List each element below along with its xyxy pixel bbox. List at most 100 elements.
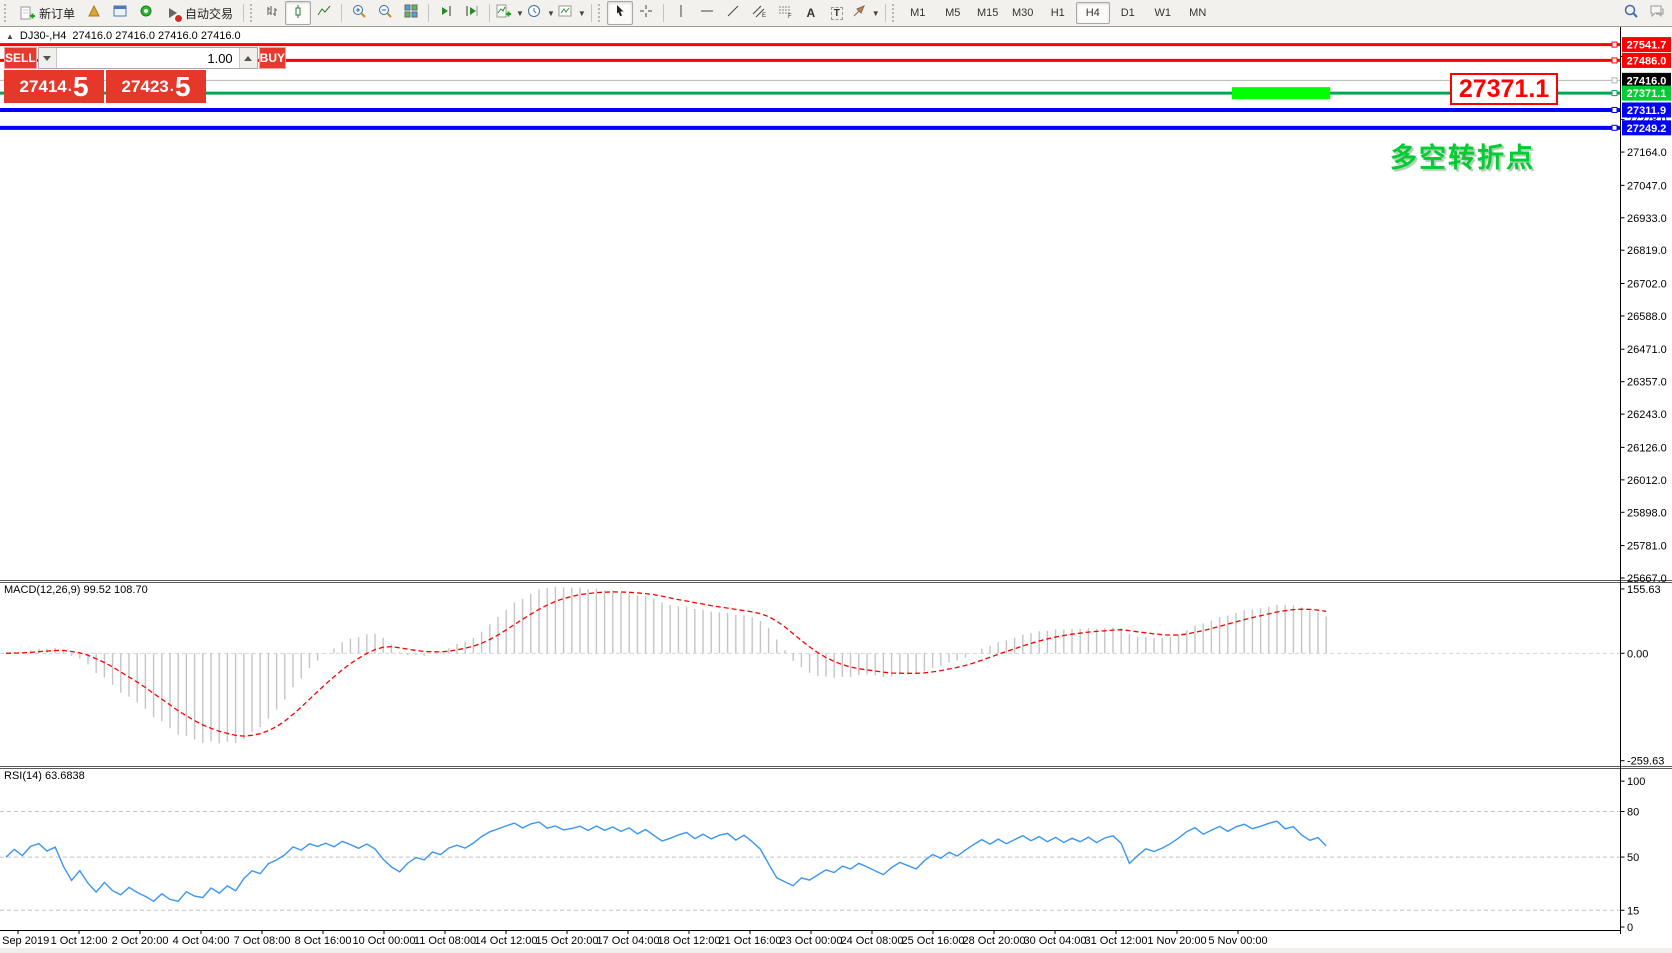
templates-menu-button[interactable]: ▼ bbox=[556, 1, 587, 25]
buy-price-display[interactable]: 27423.5 bbox=[106, 70, 206, 103]
search-button[interactable] bbox=[1618, 1, 1644, 25]
toolbar-drag-handle[interactable] bbox=[892, 4, 897, 22]
time-axis-label: 5 Nov 00:00 bbox=[1208, 935, 1267, 947]
chevron-down-icon: ▼ bbox=[578, 9, 586, 18]
periods-menu-button[interactable]: ▼ bbox=[525, 1, 556, 25]
time-axis-label: 24 Oct 08:00 bbox=[841, 935, 904, 947]
trendline-tool-button[interactable] bbox=[720, 1, 746, 25]
axis-label: 26357.0 bbox=[1627, 377, 1667, 389]
bollinger-band-line bbox=[6, 86, 1326, 446]
toolbar-separator bbox=[591, 4, 592, 22]
chart-annotation-text[interactable]: 多空转折点 bbox=[1390, 136, 1535, 175]
chart-shift-button[interactable] bbox=[459, 1, 485, 25]
time-axis-label: 21 Oct 16:00 bbox=[719, 935, 782, 947]
price-callout-box[interactable]: 27371.1 bbox=[1450, 73, 1558, 105]
autotrading-stop-badge bbox=[174, 14, 183, 23]
toolbar-drag-handle[interactable] bbox=[598, 4, 603, 22]
toolbar-separator bbox=[428, 4, 429, 22]
horizontal-line-icon bbox=[699, 3, 715, 24]
text-label-tool-button[interactable]: T bbox=[824, 1, 850, 25]
axis-label: 26012.0 bbox=[1627, 475, 1667, 487]
volume-increase-button[interactable] bbox=[239, 48, 257, 68]
toolbar-drag-handle[interactable] bbox=[4, 4, 9, 22]
timeframe-button-W1[interactable]: W1 bbox=[1146, 2, 1180, 24]
crosshair-icon bbox=[638, 3, 654, 24]
sell-price-display[interactable]: 27414.5 bbox=[4, 70, 104, 103]
chevron-down-icon: ▼ bbox=[872, 9, 880, 18]
autotrading-label: 自动交易 bbox=[185, 5, 233, 22]
indicators-menu-button[interactable]: ▼ bbox=[494, 1, 525, 25]
scroll-to-end-button[interactable] bbox=[433, 1, 459, 25]
line-anchor-square[interactable] bbox=[1612, 125, 1617, 130]
chevron-down-icon: ▼ bbox=[516, 9, 524, 18]
highlight-rectangle-object[interactable] bbox=[1232, 87, 1330, 99]
crosshair-tool-button[interactable] bbox=[633, 1, 659, 25]
candle-chart-mode-button[interactable] bbox=[285, 1, 311, 25]
tile-windows-icon bbox=[403, 3, 419, 24]
line-anchor-square[interactable] bbox=[1612, 107, 1617, 112]
line-anchor-square[interactable] bbox=[1612, 78, 1617, 83]
new-order-label: 新订单 bbox=[39, 5, 75, 22]
axis-label: 26243.0 bbox=[1627, 409, 1667, 421]
new-order-button[interactable]: 新订单 bbox=[13, 1, 81, 25]
time-axis-label: 23 Oct 00:00 bbox=[780, 935, 843, 947]
axis-label: 26126.0 bbox=[1627, 442, 1667, 454]
axis-label: 26933.0 bbox=[1627, 213, 1667, 225]
volume-input[interactable] bbox=[57, 48, 239, 68]
zoom-in-button[interactable] bbox=[346, 1, 372, 25]
chart-shift-marker-icon: ▲ bbox=[6, 32, 14, 41]
sell-button[interactable]: SELL bbox=[4, 47, 37, 69]
timeframe-button-M30[interactable]: M30 bbox=[1006, 2, 1040, 24]
signal-icon bbox=[138, 3, 154, 24]
time-axis-label: 1 Oct 12:00 bbox=[51, 935, 108, 947]
axis-label: 27541.7 bbox=[1627, 40, 1667, 52]
timeframe-button-M5[interactable]: M5 bbox=[936, 2, 970, 24]
vertical-line-icon bbox=[673, 3, 689, 24]
autotrading-button[interactable]: 自动交易 bbox=[159, 1, 239, 25]
chart-shift-icon bbox=[464, 3, 480, 24]
timeframe-button-M15[interactable]: M15 bbox=[971, 2, 1005, 24]
line-anchor-square[interactable] bbox=[1612, 58, 1617, 63]
line-chart-mode-button[interactable] bbox=[311, 1, 337, 25]
timeframe-button-H4[interactable]: H4 bbox=[1076, 2, 1110, 24]
time-axis-label: 8 Oct 16:00 bbox=[295, 935, 352, 947]
macd-signal-line bbox=[6, 592, 1326, 736]
line-anchor-square[interactable] bbox=[1612, 42, 1617, 47]
tile-windows-button[interactable] bbox=[398, 1, 424, 25]
triangle-up-icon bbox=[244, 56, 252, 61]
line-anchor-square[interactable] bbox=[1612, 91, 1617, 96]
axis-label: 27164.0 bbox=[1627, 147, 1667, 159]
axis-label: 155.63 bbox=[1627, 584, 1661, 596]
axis-label: 27416.0 bbox=[1627, 75, 1667, 87]
timeframe-button-D1[interactable]: D1 bbox=[1111, 2, 1145, 24]
signals-button[interactable] bbox=[133, 1, 159, 25]
timeframe-button-H1[interactable]: H1 bbox=[1041, 2, 1075, 24]
zoom-out-button[interactable] bbox=[372, 1, 398, 25]
sell-price-pip: 5 bbox=[73, 74, 89, 100]
rsi-indicator-label: RSI(14) 63.6838 bbox=[4, 770, 85, 782]
cursor-tool-button[interactable] bbox=[607, 1, 633, 25]
vertical-line-tool-button[interactable] bbox=[668, 1, 694, 25]
terminal-window-button[interactable] bbox=[107, 1, 133, 25]
time-axis-label: 4 Oct 04:00 bbox=[173, 935, 230, 947]
clock-icon bbox=[526, 3, 542, 24]
bar-chart-mode-button[interactable] bbox=[259, 1, 285, 25]
chat-button[interactable] bbox=[1644, 1, 1670, 25]
time-axis-label: 17 Oct 04:00 bbox=[597, 935, 660, 947]
terminal-window: 新订单 自动交易 ▼ ▼ ▼ E F bbox=[0, 0, 1672, 953]
buy-button[interactable]: BUY bbox=[259, 47, 286, 69]
equidistant-channel-tool-button[interactable]: E bbox=[746, 1, 772, 25]
volume-decrease-button[interactable] bbox=[39, 48, 57, 68]
chart-title: ▲ DJ30-,H4 27416.0 27416.0 27416.0 27416… bbox=[6, 30, 241, 42]
arrows-menu-button[interactable]: ▼ bbox=[850, 1, 881, 25]
time-axis-label: 18 Oct 12:00 bbox=[658, 935, 721, 947]
text-tool-button[interactable]: A bbox=[798, 1, 824, 25]
market-depth-button[interactable] bbox=[81, 1, 107, 25]
timeframe-button-M1[interactable]: M1 bbox=[901, 2, 935, 24]
toolbar-drag-handle[interactable] bbox=[250, 4, 255, 22]
toolbar-separator bbox=[489, 4, 490, 22]
time-axis-label: 10 Oct 00:00 bbox=[353, 935, 416, 947]
fibonacci-tool-button[interactable]: F bbox=[772, 1, 798, 25]
timeframe-button-MN[interactable]: MN bbox=[1181, 2, 1215, 24]
horizontal-line-tool-button[interactable] bbox=[694, 1, 720, 25]
